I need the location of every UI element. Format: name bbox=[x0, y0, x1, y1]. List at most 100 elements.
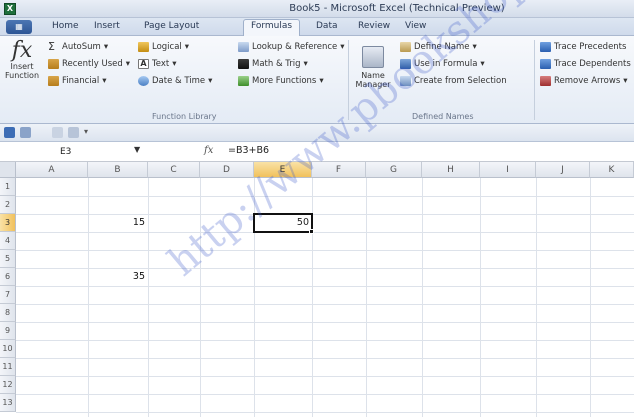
logical-label: Logical bbox=[152, 42, 182, 52]
financial-icon bbox=[48, 76, 59, 86]
tab-home[interactable]: Home bbox=[52, 21, 79, 31]
gridline bbox=[16, 322, 634, 323]
name-box-dropdown-icon[interactable]: ▼ bbox=[134, 145, 140, 154]
more-functions-button[interactable]: More Functions ▾ bbox=[238, 76, 324, 86]
lookup-reference-label: Lookup & Reference bbox=[252, 42, 338, 52]
row-header-2[interactable]: 2 bbox=[0, 196, 16, 214]
customize-toolbar-icon[interactable]: ▾ bbox=[84, 127, 91, 138]
name-manager-button[interactable]: Name Manager bbox=[352, 46, 394, 89]
print-preview-icon[interactable] bbox=[52, 127, 63, 138]
gridline bbox=[536, 178, 537, 417]
active-cell-e3[interactable]: 50 bbox=[253, 213, 313, 233]
gridline bbox=[16, 358, 634, 359]
column-header-j[interactable]: J bbox=[536, 162, 590, 178]
ribbon-tab-bar: ▦ Home Insert Page Layout Formulas Data … bbox=[0, 18, 634, 37]
row-header-11[interactable]: 11 bbox=[0, 358, 16, 376]
column-header-h[interactable]: H bbox=[422, 162, 480, 178]
column-header-b[interactable]: B bbox=[88, 162, 148, 178]
gridline bbox=[590, 178, 591, 417]
window-title: Book5 - Microsoft Excel (Technical Previ… bbox=[289, 3, 505, 14]
group-divider bbox=[534, 40, 535, 120]
use-in-formula-button[interactable]: Use in Formula ▾ bbox=[400, 59, 485, 69]
gridline bbox=[16, 250, 634, 251]
sigma-icon: Σ bbox=[48, 40, 55, 53]
gridline bbox=[16, 340, 634, 341]
gridline bbox=[200, 178, 201, 417]
financial-label: Financial bbox=[62, 76, 100, 86]
autosum-label: AutoSum bbox=[62, 42, 101, 52]
date-time-label: Date & Time bbox=[152, 76, 206, 86]
formula-bar: E3 ▼ fx =B3+B6 bbox=[0, 142, 634, 162]
quick-access-toolbar: ▾ bbox=[0, 124, 634, 142]
row-header-1[interactable]: 1 bbox=[0, 178, 16, 196]
row-header-12[interactable]: 12 bbox=[0, 376, 16, 394]
insert-function-icon[interactable]: fx bbox=[204, 145, 213, 156]
row-header-6[interactable]: 6 bbox=[0, 268, 16, 286]
column-header-a[interactable]: A bbox=[16, 162, 88, 178]
row-header-10[interactable]: 10 bbox=[0, 340, 16, 358]
tab-data[interactable]: Data bbox=[316, 21, 338, 31]
math-trig-button[interactable]: Math & Trig ▾ bbox=[238, 59, 308, 69]
column-header-d[interactable]: D bbox=[200, 162, 254, 178]
date-time-button[interactable]: Date & Time ▾ bbox=[138, 76, 212, 86]
gridline bbox=[16, 304, 634, 305]
spelling-icon[interactable] bbox=[68, 127, 79, 138]
select-all-corner[interactable] bbox=[0, 162, 16, 178]
text-button[interactable]: A Text ▾ bbox=[138, 59, 176, 69]
more-functions-label: More Functions bbox=[252, 76, 317, 86]
column-header-k[interactable]: K bbox=[590, 162, 634, 178]
undo-icon[interactable] bbox=[20, 127, 31, 138]
trace-precedents-label: Trace Precedents bbox=[554, 42, 627, 52]
column-header-i[interactable]: I bbox=[480, 162, 536, 178]
row-header-5[interactable]: 5 bbox=[0, 250, 16, 268]
math-trig-label: Math & Trig bbox=[252, 59, 301, 69]
row-header-8[interactable]: 8 bbox=[0, 304, 16, 322]
fill-handle[interactable] bbox=[309, 229, 314, 234]
tab-review[interactable]: Review bbox=[358, 21, 390, 31]
logical-button[interactable]: Logical ▾ bbox=[138, 42, 189, 52]
create-from-selection-button[interactable]: Create from Selection bbox=[400, 76, 507, 86]
tab-page-layout[interactable]: Page Layout bbox=[144, 21, 199, 31]
tab-view[interactable]: View bbox=[405, 21, 426, 31]
group-divider bbox=[348, 40, 349, 120]
row-header-13[interactable]: 13 bbox=[0, 394, 16, 412]
trace-precedents-button[interactable]: Trace Precedents bbox=[540, 42, 626, 52]
autosum-button[interactable]: Σ AutoSum ▾ bbox=[48, 40, 108, 53]
math-trig-icon bbox=[238, 59, 249, 69]
cell-b3[interactable]: 15 bbox=[88, 214, 148, 232]
define-name-button[interactable]: Define Name ▾ bbox=[400, 42, 477, 52]
gridline bbox=[16, 376, 634, 377]
gridline bbox=[148, 178, 149, 417]
column-header-f[interactable]: F bbox=[312, 162, 366, 178]
insert-function-button[interactable]: fx Insert Function bbox=[2, 40, 42, 81]
column-header-g[interactable]: G bbox=[366, 162, 422, 178]
gridline bbox=[480, 178, 481, 417]
office-button[interactable]: ▦ bbox=[6, 20, 32, 34]
name-manager-icon bbox=[362, 46, 384, 68]
gridline bbox=[16, 196, 634, 197]
remove-arrows-button[interactable]: Remove Arrows ▾ bbox=[540, 76, 628, 86]
gridline bbox=[16, 412, 634, 413]
column-header-c[interactable]: C bbox=[148, 162, 200, 178]
financial-button[interactable]: Financial ▾ bbox=[48, 76, 107, 86]
cell-b6[interactable]: 35 bbox=[88, 268, 148, 286]
use-in-formula-label: Use in Formula bbox=[414, 59, 478, 69]
column-header-e[interactable]: E bbox=[254, 162, 312, 178]
recently-used-button[interactable]: Recently Used ▾ bbox=[48, 59, 130, 69]
formulas-ribbon: fx Insert Function Σ AutoSum ▾ Recently … bbox=[0, 36, 634, 124]
lookup-reference-button[interactable]: Lookup & Reference ▾ bbox=[238, 42, 345, 52]
worksheet-grid[interactable]: A B C D E F G H I J K 1 2 3 4 5 6 7 8 9 … bbox=[0, 162, 634, 417]
row-header-3[interactable]: 3 bbox=[0, 214, 16, 232]
name-box[interactable]: E3 bbox=[30, 145, 130, 159]
formula-input[interactable]: =B3+B6 bbox=[228, 145, 269, 156]
row-header-9[interactable]: 9 bbox=[0, 322, 16, 340]
save-icon[interactable] bbox=[4, 127, 15, 138]
tab-insert[interactable]: Insert bbox=[94, 21, 120, 31]
function-library-group-label: Function Library bbox=[152, 112, 217, 121]
remove-arrows-label: Remove Arrows bbox=[554, 76, 621, 86]
row-header-7[interactable]: 7 bbox=[0, 286, 16, 304]
row-header-4[interactable]: 4 bbox=[0, 232, 16, 250]
trace-dependents-button[interactable]: Trace Dependents bbox=[540, 59, 631, 69]
tab-formulas[interactable]: Formulas bbox=[243, 19, 301, 37]
gridline bbox=[16, 286, 634, 287]
